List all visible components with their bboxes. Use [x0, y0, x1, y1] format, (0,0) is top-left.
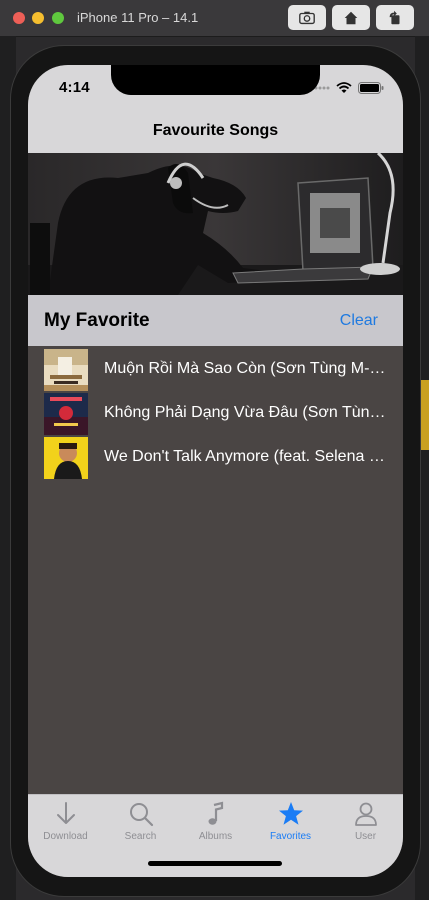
notch: [111, 65, 320, 95]
search-icon: [129, 803, 153, 827]
song-title: Không Phải Dạng Vừa Đâu (Sơn Tùng M-TP): [104, 404, 390, 421]
tab-label: Albums: [198, 831, 233, 842]
tab-label: Download: [43, 831, 88, 842]
page-title: Favourite Songs: [152, 122, 279, 139]
minimize-window-button[interactable]: [32, 12, 44, 24]
star-icon: [278, 802, 303, 825]
music-note-icon: [208, 801, 223, 825]
album-art: [44, 437, 88, 479]
album-art: [44, 393, 88, 435]
song-title: Muộn Rồi Mà Sao Còn (Sơn Tùng M-TP): [104, 360, 390, 377]
simulator-titlebar: iPhone 11 Pro – 14.1: [0, 0, 429, 37]
tab-download[interactable]: Download: [28, 801, 103, 842]
rotate-icon: [389, 10, 400, 24]
table-row[interactable]: Muộn Rồi Mà Sao Còn (Sơn Tùng M-TP): [28, 347, 403, 391]
section-title: My Favorite: [44, 310, 150, 331]
battery-icon: [358, 82, 384, 94]
tab-favorites[interactable]: Favorites: [253, 801, 328, 842]
user-icon: [354, 802, 377, 826]
header-image: [28, 153, 403, 295]
home-button[interactable]: [332, 5, 370, 30]
phone-screen: 4:14 Favourite Songs My Favorite Clear M…: [28, 65, 403, 877]
wifi-icon: [336, 82, 352, 93]
status-icons: [314, 82, 384, 94]
home-indicator: [148, 861, 282, 866]
table-row[interactable]: We Don't Talk Anymore (feat. Selena Gome…: [28, 435, 403, 479]
simulator-title: iPhone 11 Pro – 14.1: [77, 10, 199, 25]
tab-label: Search: [124, 831, 157, 842]
camera-icon: [299, 11, 315, 24]
rotate-button[interactable]: [376, 5, 414, 30]
zoom-window-button[interactable]: [52, 12, 64, 24]
tab-user[interactable]: User: [328, 801, 403, 842]
song-list: Muộn Rồi Mà Sao Còn (Sơn Tùng M-TP) Khôn…: [28, 347, 403, 479]
tab-search[interactable]: Search: [103, 801, 178, 842]
close-window-button[interactable]: [13, 12, 25, 24]
tab-label: Favorites: [269, 831, 312, 842]
song-title: We Don't Talk Anymore (feat. Selena Gome…: [104, 448, 390, 465]
download-icon: [56, 802, 75, 824]
screenshot-button[interactable]: [288, 5, 326, 30]
album-art: [44, 349, 88, 391]
table-row[interactable]: Không Phải Dạng Vừa Đâu (Sơn Tùng M-TP): [28, 391, 403, 435]
tab-albums[interactable]: Albums: [178, 801, 253, 842]
tab-label: User: [354, 831, 377, 842]
clear-button[interactable]: Clear: [340, 312, 378, 330]
home-icon: [344, 11, 358, 24]
status-time: 4:14: [59, 79, 90, 96]
section-header: My Favorite Clear: [28, 295, 403, 346]
